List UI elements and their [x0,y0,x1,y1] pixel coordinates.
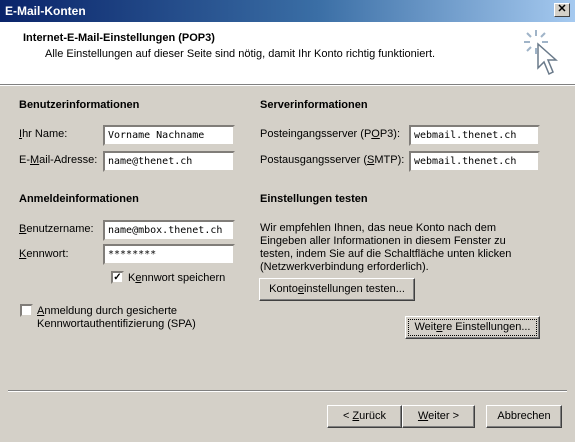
name-input[interactable]: Vorname Nachname [103,125,235,146]
close-button[interactable]: ✕ [554,3,570,17]
footer-divider-highlight [8,391,567,392]
email-label: E-Mail-Adresse: [19,154,98,166]
login-info-heading: Anmeldeinformationen [19,193,139,205]
page-title: Internet-E-Mail-Einstellungen (POP3) [23,32,215,44]
username-label: Benutzername: [19,223,94,235]
remember-password-checkbox[interactable]: ✓ [111,271,124,284]
cancel-button[interactable]: Abbrechen [486,405,562,428]
incoming-server-input[interactable]: webmail.thenet.ch [409,125,540,146]
user-info-heading: Benutzerinformationen [19,99,140,111]
remember-password-label: Kennwort speichern [128,272,226,284]
outgoing-server-label: Postausgangsserver (SMTP): [260,154,405,166]
title-bar: E-Mail-Konten ✕ [0,0,575,22]
server-info-heading: Serverinformationen [260,99,368,111]
header-divider-highlight [0,85,575,86]
test-settings-heading: Einstellungen testen [260,193,368,205]
cursor-click-icon [524,30,558,76]
username-input[interactable]: name@mbox.thenet.ch [103,220,235,241]
spa-checkbox[interactable] [20,304,33,317]
back-button[interactable]: < Zurück [327,405,402,428]
more-settings-button[interactable]: Weitere Einstellungen... [405,316,540,339]
password-label: Kennwort: [19,248,69,260]
spa-label: Anmeldung durch gesicherte Kennwortauthen… [37,305,196,330]
incoming-server-label: Posteingangsserver (POP3): [260,128,401,140]
outgoing-server-input[interactable]: webmail.thenet.ch [409,151,540,172]
test-settings-description: Wir empfehlen Ihnen, das neue Konto nach… [260,222,512,273]
password-input[interactable]: ******** [103,244,235,265]
email-input[interactable]: name@thenet.ch [103,151,235,172]
page-subtitle: Alle Einstellungen auf dieser Seite sind… [45,48,436,60]
name-label: Ihr Name: [19,128,68,140]
window-title: E-Mail-Konten [5,4,86,18]
close-icon: ✕ [557,3,567,15]
next-button[interactable]: Weiter > [402,405,475,428]
test-account-button[interactable]: Kontoeinstellungen testen... [259,278,415,301]
